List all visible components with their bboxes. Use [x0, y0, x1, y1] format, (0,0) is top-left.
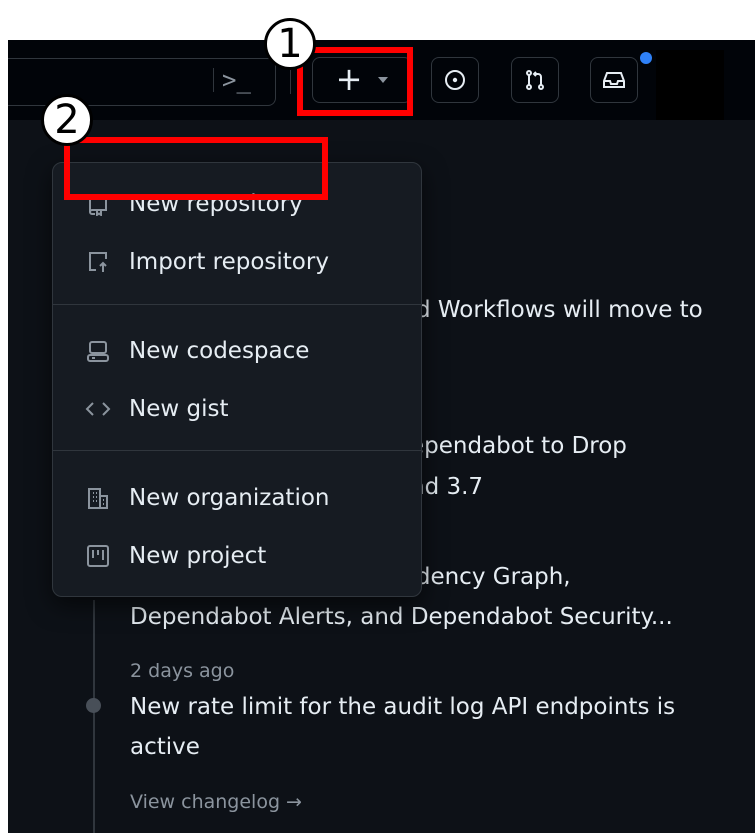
- feed-item-4-title-line2[interactable]: active: [130, 734, 200, 760]
- highlight-create-button: [297, 47, 413, 116]
- pull-requests-icon: [526, 70, 544, 90]
- avatar[interactable]: [656, 50, 724, 120]
- step-2-callout: 2: [41, 94, 93, 146]
- menu-item-new-codespace[interactable]: New codespace: [53, 329, 309, 373]
- step-1-callout: 1: [264, 18, 316, 70]
- highlight-new-repository: [64, 137, 328, 200]
- repo-push-icon: [85, 249, 111, 275]
- menu-item-label: New gist: [129, 396, 229, 422]
- feed-item-2-title-line1[interactable]: ependabot to Drop: [410, 433, 627, 459]
- menu-item-label: New codespace: [129, 338, 310, 364]
- project-icon: [85, 543, 111, 569]
- menu-divider: [53, 304, 421, 305]
- view-changelog-link[interactable]: View changelog →: [130, 791, 302, 813]
- inbox-button[interactable]: [590, 57, 638, 103]
- code-icon: [85, 396, 111, 422]
- feed-item-1-title[interactable]: d Workflows will move to: [416, 297, 703, 323]
- menu-item-new-organization[interactable]: New organization: [53, 476, 330, 520]
- feed-item-3-title-line2[interactable]: Dependabot Alerts, and Dependabot Securi…: [130, 604, 673, 630]
- issues-icon: [445, 70, 465, 90]
- organization-icon: [85, 485, 111, 511]
- feed-item-4-time: 2 days ago: [130, 660, 235, 682]
- header-divider: [290, 70, 291, 94]
- search-divider: [213, 68, 214, 92]
- command-palette-icon[interactable]: >_: [222, 66, 251, 94]
- menu-item-label: New organization: [129, 485, 330, 511]
- timeline-dot: [86, 698, 101, 713]
- codespaces-icon: [85, 338, 111, 364]
- create-new-menu: New repository Import repository New cod…: [52, 162, 422, 597]
- menu-item-label: New project: [129, 543, 267, 569]
- notification-dot: [640, 52, 652, 64]
- menu-item-import-repository[interactable]: Import repository: [53, 240, 329, 284]
- issues-button[interactable]: [431, 57, 479, 103]
- menu-divider: [53, 450, 421, 451]
- menu-item-new-gist[interactable]: New gist: [53, 387, 228, 431]
- pull-requests-button[interactable]: [511, 57, 559, 103]
- timeline-line: [93, 600, 95, 833]
- menu-item-new-project[interactable]: New project: [53, 534, 266, 578]
- feed-item-4-title-line1[interactable]: New rate limit for the audit log API end…: [130, 694, 675, 720]
- inbox-icon: [603, 72, 625, 88]
- menu-item-label: Import repository: [129, 249, 329, 275]
